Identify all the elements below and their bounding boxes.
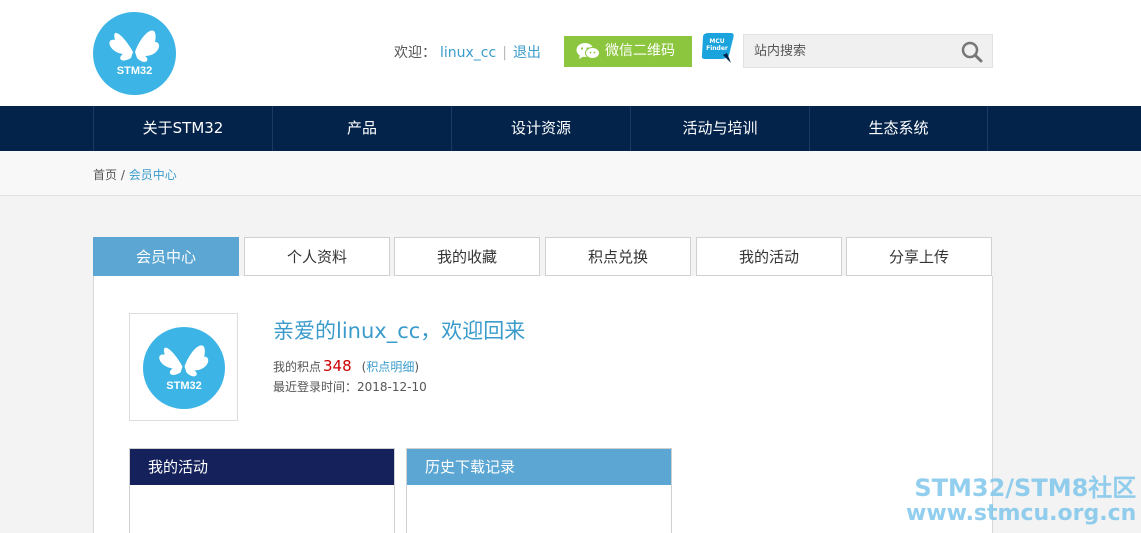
wechat-qrcode-button[interactable]: 微信二维码 xyxy=(564,36,692,67)
breadcrumb-current[interactable]: 会员中心 xyxy=(129,168,177,182)
tab-favorites[interactable]: 我的收藏 xyxy=(394,237,540,276)
last-login: 最近登录时间：2018-12-10 xyxy=(273,380,427,394)
top-header: STM32 欢迎： linux_cc | 退出 微信二维码 MCU Finder xyxy=(0,0,1141,106)
breadcrumb-separator: / xyxy=(117,168,129,182)
download-history-title: 历史下载记录 xyxy=(407,449,671,485)
logo-text: STM32 xyxy=(116,65,153,77)
nav-item-products[interactable]: 产品 xyxy=(272,106,451,151)
mcu-finder-label: MCU Finder xyxy=(706,38,728,52)
nav-item-ecosystem[interactable]: 生态系统 xyxy=(809,106,988,151)
tab-member-center[interactable]: 会员中心 xyxy=(93,237,239,276)
download-history-box: 历史下载记录 xyxy=(406,448,672,533)
site-watermark: STM32/STM8社区 www.stmcu.org.cn xyxy=(906,474,1136,526)
watermark-line2: www.stmcu.org.cn xyxy=(906,501,1137,526)
search-icon[interactable] xyxy=(960,40,984,68)
tab-share-upload[interactable]: 分享上传 xyxy=(846,237,992,276)
watermark-line1: STM32/STM8社区 xyxy=(914,474,1137,502)
butterfly-icon xyxy=(109,30,160,62)
breadcrumb: 首页 / 会员中心 xyxy=(93,166,177,183)
wechat-label: 微信二维码 xyxy=(605,43,675,59)
nav-item-about-stm32[interactable]: 关于STM32 xyxy=(93,106,272,151)
points-value: 348 xyxy=(323,357,352,375)
wechat-icon xyxy=(576,42,600,73)
nav-item-design-resources[interactable]: 设计资源 xyxy=(451,106,630,151)
username-link[interactable]: linux_cc xyxy=(440,45,496,61)
avatar-logo-text: STM32 xyxy=(166,380,202,392)
breadcrumb-home[interactable]: 首页 xyxy=(93,168,117,182)
butterfly-icon xyxy=(159,345,209,377)
tab-my-activities[interactable]: 我的活动 xyxy=(696,237,842,276)
points-detail: (积点明细) xyxy=(362,360,419,374)
nav-item-events-training[interactable]: 活动与培训 xyxy=(630,106,809,151)
breadcrumb-bar: 首页 / 会员中心 xyxy=(0,151,1141,196)
points-line: 我的积点 348 (积点明细) xyxy=(273,357,419,375)
tab-profile[interactable]: 个人资料 xyxy=(244,237,390,276)
points-detail-close: ) xyxy=(414,360,420,374)
welcome-greeting: 亲爱的linux_cc，欢迎回来 xyxy=(273,319,526,343)
welcome-separator: | xyxy=(502,45,507,61)
main-nav: 关于STM32 产品 设计资源 活动与培训 生态系统 xyxy=(0,106,1141,151)
welcome-label: 欢迎： xyxy=(394,45,436,61)
avatar: STM32 xyxy=(129,313,238,421)
my-activities-box: 我的活动 xyxy=(129,448,395,533)
welcome-bar: 欢迎： linux_cc | 退出 xyxy=(394,42,541,62)
points-detail-link[interactable]: 积点明细 xyxy=(366,360,414,374)
my-activities-title: 我的活动 xyxy=(130,449,394,485)
points-label: 我的积点 xyxy=(273,360,322,374)
search-box xyxy=(743,34,993,68)
tab-points-exchange[interactable]: 积点兑换 xyxy=(545,237,691,276)
logout-link[interactable]: 退出 xyxy=(513,45,541,61)
avatar-logo: STM32 xyxy=(143,327,225,409)
stm32-logo[interactable]: STM32 xyxy=(93,12,176,95)
mcu-finder-logo[interactable]: MCU Finder xyxy=(701,33,735,63)
search-input[interactable] xyxy=(744,35,944,67)
